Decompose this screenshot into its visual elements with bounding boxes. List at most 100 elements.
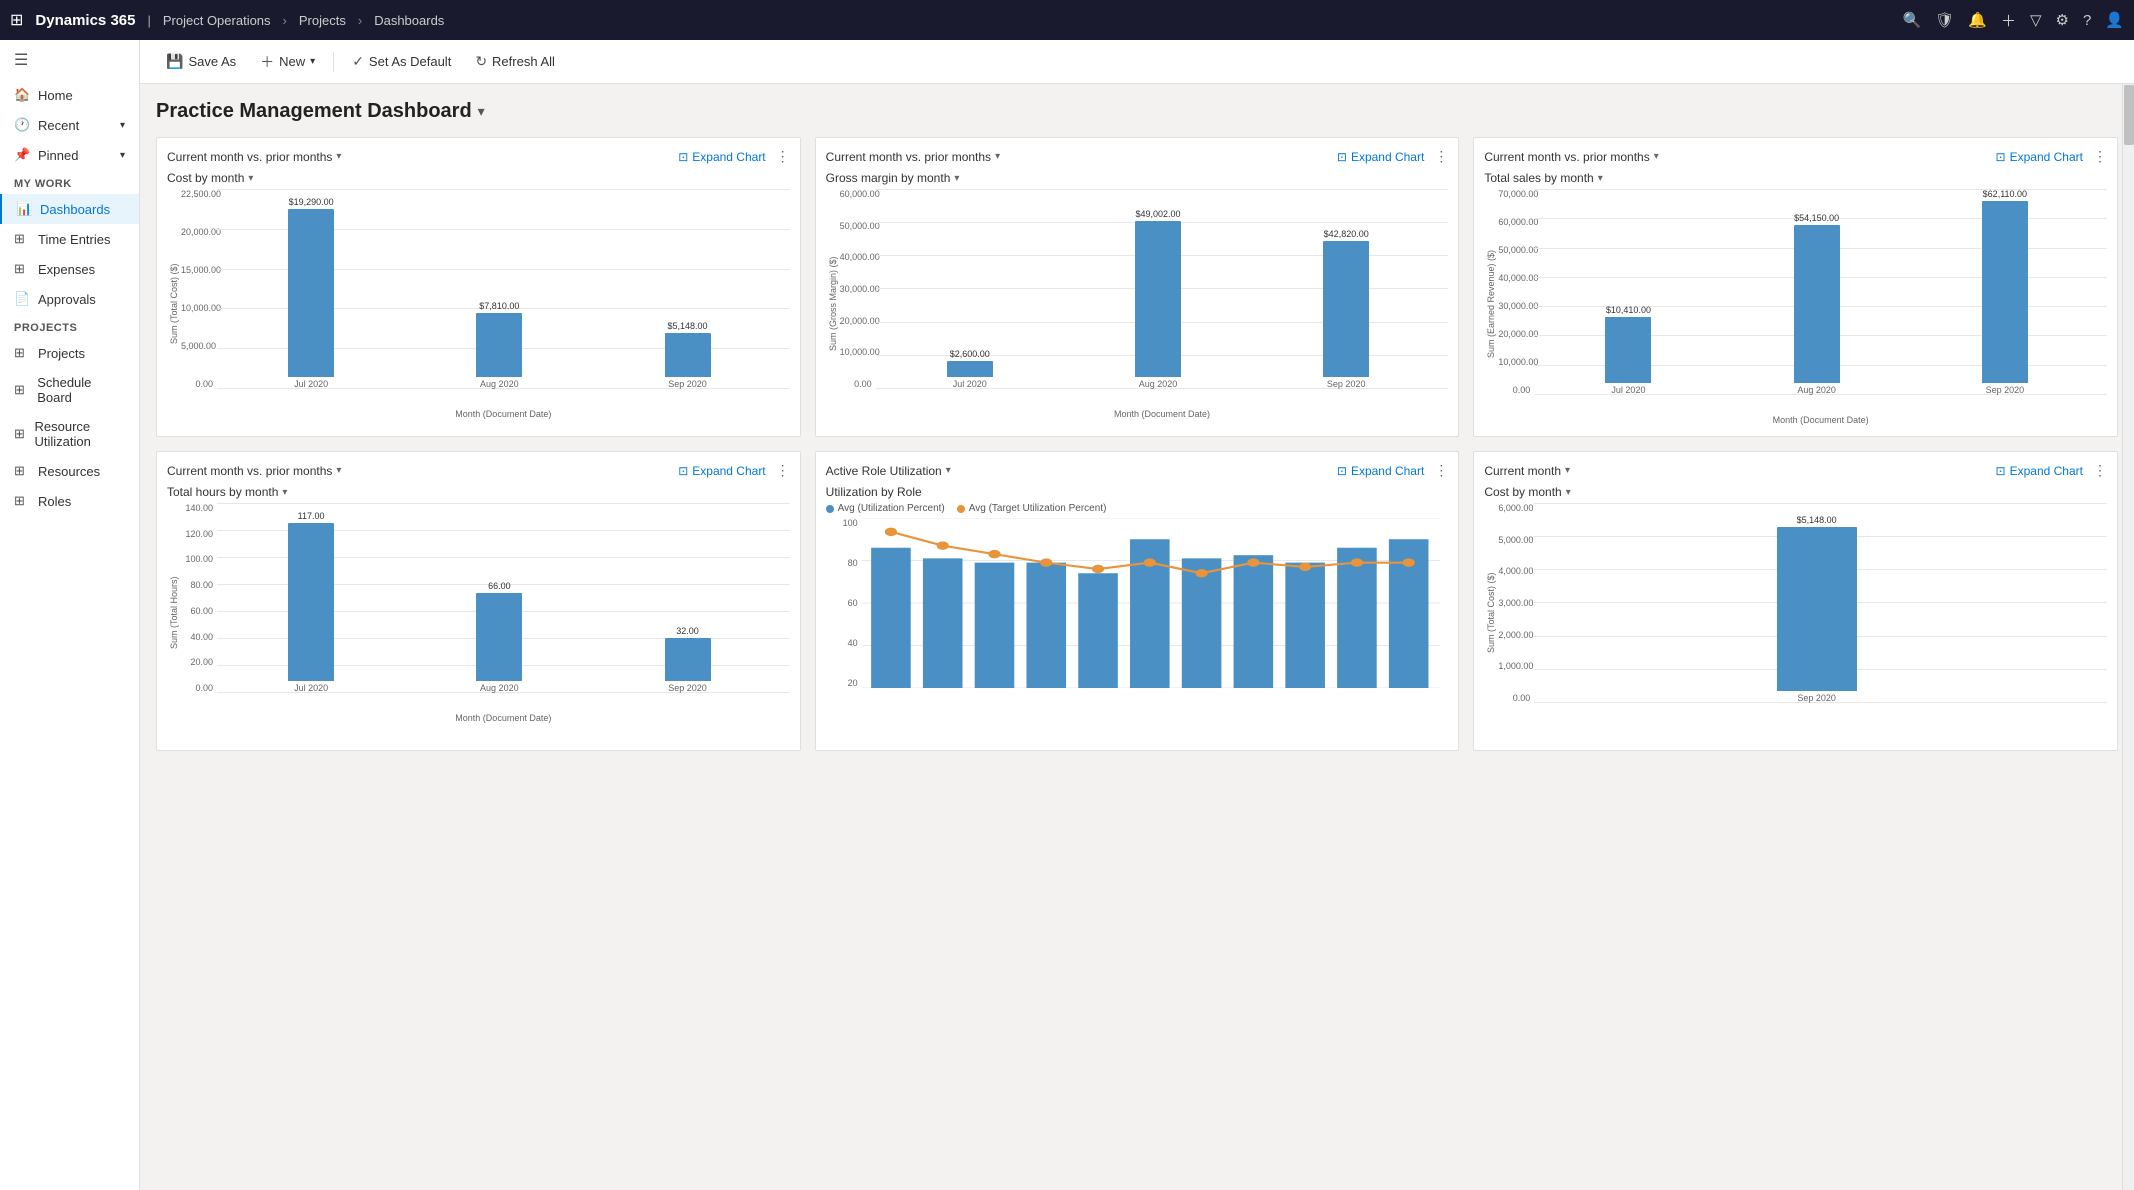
sidebar-item-time-entries[interactable]: ⊞ Time Entries: [0, 224, 139, 254]
sidebar-label-approvals: Approvals: [38, 292, 96, 307]
chart-header-3: Current month vs. prior months ▾ ⊡ Expan…: [1484, 148, 2107, 165]
search-icon[interactable]: 🔍: [1903, 11, 1922, 29]
bar: [665, 333, 711, 377]
y-label: 3,000.00: [1498, 598, 1534, 608]
expand-chart-btn-6[interactable]: ⊡ Expand Chart: [1996, 464, 2083, 478]
expand-icon-1: ⊡: [678, 150, 688, 164]
subtitle-chevron-4: ▾: [282, 487, 287, 498]
chart-filter-btn-5[interactable]: Active Role Utilization ▾: [826, 464, 951, 478]
more-btn-3[interactable]: ⋮: [2093, 148, 2107, 165]
y-label: 50,000.00: [840, 221, 876, 231]
y-label: 20,000.00: [181, 227, 217, 237]
sidebar-item-expenses[interactable]: ⊞ Expenses: [0, 254, 139, 284]
expand-chart-btn-1[interactable]: ⊡ Expand Chart: [678, 150, 765, 164]
page-title-chevron-icon[interactable]: ▾: [478, 103, 485, 120]
settings-icon[interactable]: ⚙: [2056, 11, 2069, 29]
sidebar-item-projects[interactable]: ⊞ Projects: [0, 338, 139, 368]
sidebar-item-schedule-board[interactable]: ⊞ Schedule Board: [0, 368, 139, 412]
bar-value: 117.00: [298, 511, 325, 521]
chart-filter-btn-6[interactable]: Current month ▾: [1484, 464, 1570, 478]
save-as-button[interactable]: 💾 Save As: [156, 48, 246, 75]
chart-subtitle-5: Utilization by Role: [826, 485, 1449, 499]
sidebar-item-home[interactable]: 🏠 Home: [0, 80, 139, 110]
bar: [1794, 225, 1840, 383]
chart-filter-btn-1[interactable]: Current month vs. prior months ▾: [167, 150, 341, 164]
chart-actions-1: ⊡ Expand Chart ⋮: [678, 148, 789, 165]
legend-item-utilization: Avg (Utilization Percent): [826, 503, 945, 514]
y-label: 40,000.00: [840, 252, 876, 262]
sidebar-toggle[interactable]: ☰: [0, 40, 139, 80]
breadcrumb-dashboards[interactable]: Dashboards: [374, 13, 444, 28]
expand-chart-btn-2[interactable]: ⊡ Expand Chart: [1337, 150, 1424, 164]
sidebar-item-resource-utilization[interactable]: ⊞ Resource Utilization: [0, 412, 139, 456]
breadcrumb-projects[interactable]: Projects: [299, 13, 346, 28]
y-label: 40.00: [181, 632, 217, 642]
more-btn-1[interactable]: ⋮: [776, 148, 790, 165]
time-entries-icon: ⊞: [14, 231, 30, 247]
chart-filter-label-1: Current month vs. prior months: [167, 150, 332, 164]
sidebar-item-approvals[interactable]: 📄 Approvals: [0, 284, 139, 314]
approvals-icon: 📄: [14, 291, 30, 307]
expand-chart-btn-3[interactable]: ⊡ Expand Chart: [1996, 150, 2083, 164]
bar-label: Aug 2020: [480, 683, 519, 693]
chart-filter-label-4: Current month vs. prior months: [167, 464, 332, 478]
bell-icon[interactable]: 🔔: [1968, 11, 1987, 29]
y-label: 0.00: [1498, 693, 1534, 703]
sidebar-label-projects: Projects: [38, 346, 85, 361]
sidebar-item-pinned[interactable]: 📌 Pinned ▾: [0, 140, 139, 170]
chart-subtitle-3: Total sales by month ▾: [1484, 171, 2107, 185]
scrollbar[interactable]: [2122, 84, 2134, 1190]
refresh-all-button[interactable]: ↻ Refresh All: [465, 48, 565, 75]
help-icon[interactable]: ?: [2083, 12, 2091, 29]
bar-value: $54,150.00: [1794, 213, 1839, 223]
dashboard-row2: Current month vs. prior months ▾ ⊡ Expan…: [156, 451, 2118, 751]
more-btn-2[interactable]: ⋮: [1434, 148, 1448, 165]
filter-chevron-icon-5: ▾: [946, 465, 951, 476]
sidebar-item-resources[interactable]: ⊞ Resources: [0, 456, 139, 486]
sidebar-item-roles[interactable]: ⊞ Roles: [0, 486, 139, 516]
filter-icon[interactable]: ▽: [2030, 11, 2042, 29]
chart-card-current-month-cost: Current month ▾ ⊡ Expand Chart ⋮ Cost by…: [1473, 451, 2118, 751]
my-work-header: My Work: [0, 170, 139, 194]
user-icon[interactable]: 👤: [2105, 11, 2124, 29]
scroll-thumb[interactable]: [2124, 85, 2134, 145]
toolbar: 💾 Save As ＋ New ▾ ✓ Set As Default ↻ Ref…: [140, 40, 2134, 84]
sidebar-label-schedule-board: Schedule Board: [37, 375, 125, 405]
filter-chevron-icon-4: ▾: [336, 465, 341, 476]
more-btn-6[interactable]: ⋮: [2093, 462, 2107, 479]
y-label: 80.00: [181, 580, 217, 590]
y-label: 100.00: [181, 554, 217, 564]
chart-header-5: Active Role Utilization ▾ ⊡ Expand Chart…: [826, 462, 1449, 479]
more-btn-5[interactable]: ⋮: [1434, 462, 1448, 479]
chart-filter-btn-3[interactable]: Current month vs. prior months ▾: [1484, 150, 1658, 164]
bar: [476, 313, 522, 377]
new-button[interactable]: ＋ New ▾: [250, 47, 325, 77]
y-label: 0.00: [840, 379, 876, 389]
chart-filter-label-5: Active Role Utilization: [826, 464, 942, 478]
expand-chart-btn-4[interactable]: ⊡ Expand Chart: [678, 464, 765, 478]
expand-chart-btn-5[interactable]: ⊡ Expand Chart: [1337, 464, 1424, 478]
bar-label: Sep 2020: [1797, 693, 1836, 703]
chart-actions-2: ⊡ Expand Chart ⋮: [1337, 148, 1448, 165]
expand-icon-6: ⊡: [1996, 464, 2006, 478]
y-axis-label-3: Sum (Earned Revenue) ($): [1484, 189, 1498, 419]
chart-filter-btn-2[interactable]: Current month vs. prior months ▾: [826, 150, 1000, 164]
set-default-button[interactable]: ✓ Set As Default: [342, 48, 461, 75]
plus-icon[interactable]: ＋: [2001, 10, 2016, 31]
util-bar: [871, 548, 911, 688]
y-label: 30,000.00: [1498, 301, 1534, 311]
target-dot: [1402, 558, 1414, 567]
sidebar-label-expenses: Expenses: [38, 262, 95, 277]
target-dot: [1299, 563, 1311, 572]
sidebar-item-recent[interactable]: 🕐 Recent ▾: [0, 110, 139, 140]
target-dot: [1092, 565, 1104, 574]
more-btn-4[interactable]: ⋮: [776, 462, 790, 479]
bar: [1135, 221, 1181, 377]
toolbar-divider1: [333, 52, 334, 72]
chart-filter-btn-4[interactable]: Current month vs. prior months ▾: [167, 464, 341, 478]
sidebar-item-dashboards[interactable]: 📊 Dashboards: [0, 194, 139, 224]
shield-icon[interactable]: 🛡: [1935, 11, 1954, 29]
brand-separator: |: [147, 13, 150, 28]
resources-icon: ⊞: [14, 463, 30, 479]
app-grid-icon[interactable]: ⊞: [10, 10, 23, 30]
